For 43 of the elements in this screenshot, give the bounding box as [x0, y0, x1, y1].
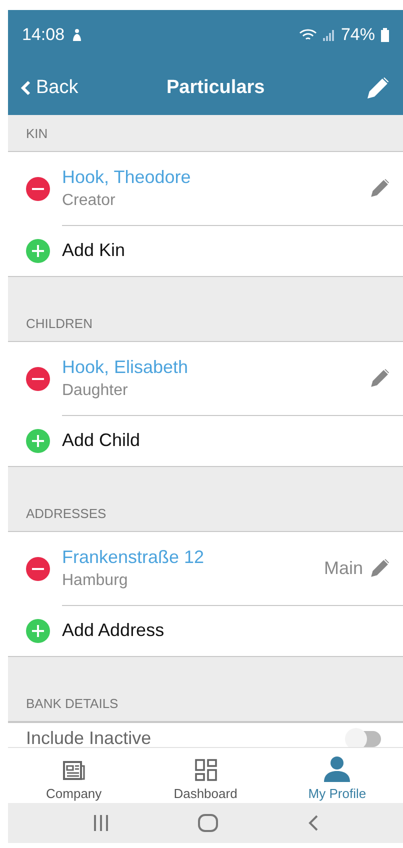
- remove-button[interactable]: [26, 366, 50, 390]
- minus-icon: [32, 568, 44, 570]
- item-detail: Daughter: [62, 382, 129, 400]
- signal-icon: [322, 29, 335, 41]
- battery-percent: 74%: [340, 25, 375, 45]
- item-detail: Creator: [62, 192, 116, 210]
- plus-icon: [32, 244, 44, 256]
- add-link[interactable]: Add Child: [62, 430, 140, 451]
- add-button[interactable]: [26, 428, 50, 452]
- page-title: Particulars: [166, 76, 265, 98]
- plus-icon: [32, 434, 44, 446]
- back-icon[interactable]: [306, 815, 319, 831]
- minus-icon: [32, 188, 44, 190]
- chevron-icon: [20, 80, 32, 96]
- item-detail: Hamburg: [62, 572, 129, 590]
- edit-icon[interactable]: [369, 367, 391, 389]
- status-time: 14:08: [22, 25, 65, 45]
- remove-button[interactable]: [26, 176, 50, 200]
- add-button[interactable]: [26, 618, 50, 642]
- edit-icon[interactable]: [369, 177, 391, 199]
- tab[interactable]: My Profile: [271, 748, 403, 803]
- add-button[interactable]: [26, 238, 50, 262]
- add-link[interactable]: Add Kin: [62, 240, 126, 261]
- newspaper-icon: [62, 760, 86, 782]
- toggle-switch[interactable]: [347, 731, 381, 747]
- home-icon[interactable]: [198, 814, 218, 832]
- grid-icon: [194, 758, 218, 782]
- item-tag: Main: [324, 558, 363, 578]
- recent-apps-icon[interactable]: [92, 815, 110, 831]
- plus-icon: [32, 624, 44, 636]
- tab[interactable]: Dashboard: [140, 748, 272, 803]
- edit-icon[interactable]: [364, 74, 391, 100]
- add-link[interactable]: Add Address: [62, 620, 164, 641]
- tab[interactable]: Company: [8, 748, 140, 803]
- toggle-label: Include Inactive: [26, 728, 152, 747]
- minus-icon: [32, 378, 44, 380]
- back-link[interactable]: Back: [20, 76, 78, 98]
- person-icon: [323, 756, 352, 782]
- wifi-icon: [298, 28, 317, 42]
- remove-button[interactable]: [26, 556, 50, 580]
- notification-icon: [70, 28, 83, 42]
- edit-icon[interactable]: [369, 557, 391, 579]
- battery-icon: [381, 28, 389, 42]
